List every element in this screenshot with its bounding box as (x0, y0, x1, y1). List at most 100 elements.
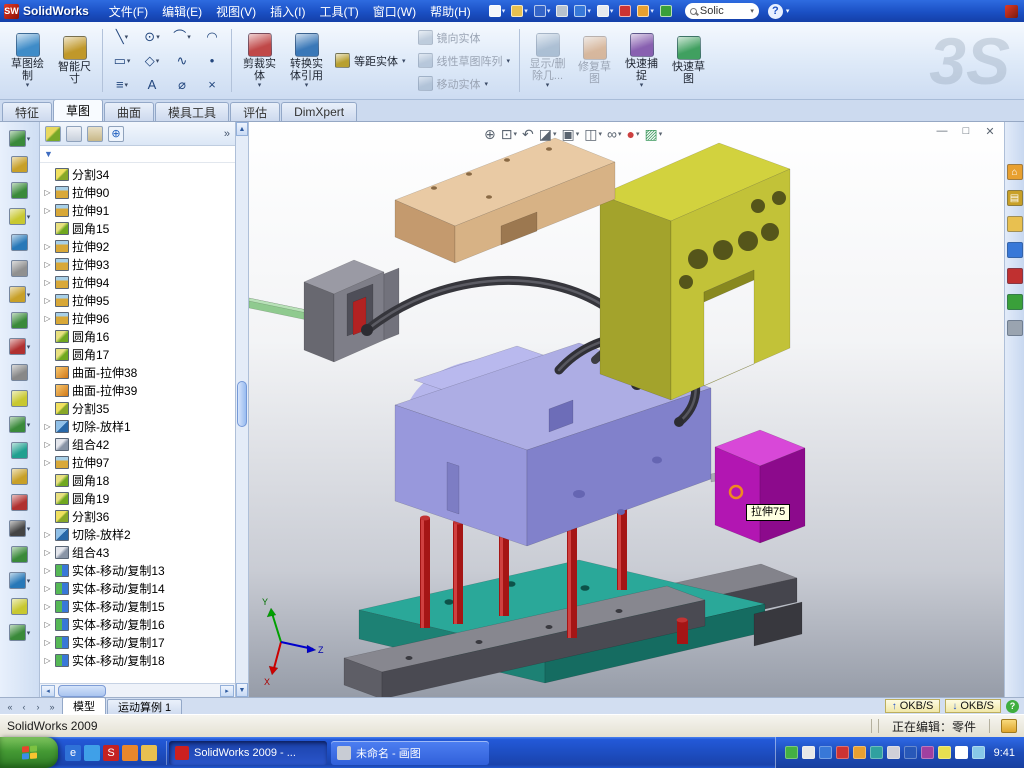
quick-snaps-button[interactable]: 快速捕捉▾ (618, 24, 665, 97)
menu-edit[interactable]: 编辑(E) (155, 1, 209, 22)
line-tool[interactable]: ╲▾ (107, 25, 137, 49)
left-tool-8[interactable] (11, 309, 28, 332)
hide-show-items-icon[interactable]: ∞▾ (607, 127, 622, 141)
display-delete-relations-button[interactable]: 显示/删除几...▾ (524, 24, 571, 97)
tree-item[interactable]: 曲面-拉伸38 (43, 363, 235, 381)
document-recovery-icon[interactable] (1007, 320, 1023, 336)
left-tool-17[interactable] (11, 543, 28, 566)
arc-tool[interactable]: ⌒▾ (167, 25, 197, 49)
tab-features[interactable]: 特征 (2, 102, 52, 121)
new-icon[interactable]: ▾ (487, 4, 508, 18)
zoom-fit-icon[interactable]: ⊕ (484, 127, 496, 141)
tray-icon-4[interactable] (836, 746, 849, 759)
left-tool-20[interactable]: ▾ (9, 621, 31, 644)
tree-item[interactable]: ▷切除-放样1 (43, 417, 235, 435)
part-top-plate[interactable] (395, 138, 615, 263)
scroll-left-icon[interactable]: ◂ (41, 685, 55, 697)
scroll-up-icon[interactable]: ▲ (236, 122, 248, 136)
tree-item[interactable]: 圆角16 (43, 327, 235, 345)
left-tool-9[interactable]: ▾ (9, 335, 31, 358)
taskbar-window-paint[interactable]: 未命名 - 画图 (331, 741, 489, 765)
menu-tools[interactable]: 工具(T) (312, 1, 365, 22)
tree-item[interactable]: ▷拉伸93 (43, 255, 235, 273)
status-icon[interactable] (1001, 719, 1017, 733)
tab-mold-tools[interactable]: 模具工具 (155, 102, 229, 121)
left-tool-10[interactable] (11, 361, 28, 384)
tray-icon-2[interactable] (802, 746, 815, 759)
tray-icon-3[interactable] (819, 746, 832, 759)
left-tool-7[interactable]: ▾ (9, 283, 31, 306)
search-box[interactable]: Solic ▾ (685, 3, 759, 19)
linear-sketch-pattern-button[interactable]: 线性草图阵列▾ (413, 49, 516, 72)
offset-entities-button[interactable]: 等距实体▾ (330, 49, 411, 72)
network-help-icon[interactable]: ? (1006, 700, 1019, 713)
tree-filter-row[interactable]: ▼ (40, 146, 235, 163)
tree-item[interactable]: 圆角15 (43, 219, 235, 237)
start-button[interactable] (0, 737, 58, 768)
convert-entities-button[interactable]: 转换实体引用▾ (283, 24, 330, 97)
tangent-arc-tool[interactable]: ◠ (197, 25, 227, 49)
section-view-icon[interactable]: ◪▾ (539, 127, 557, 141)
tab-surfaces[interactable]: 曲面 (104, 102, 154, 121)
zoom-area-icon[interactable]: ⊡▾ (501, 127, 517, 141)
tree-item[interactable]: ▷拉伸94 (43, 273, 235, 291)
tree-item[interactable]: ▷拉伸90 (43, 183, 235, 201)
tray-icon-7[interactable] (887, 746, 900, 759)
part-slider-block[interactable] (715, 430, 805, 543)
circle-tool[interactable]: ⊙▾ (137, 25, 167, 49)
tree-item[interactable]: 分割36 (43, 507, 235, 525)
tab-sketch[interactable]: 草图 (53, 99, 103, 121)
tree-item[interactable]: 圆角19 (43, 489, 235, 507)
doc-nav-1[interactable]: « (4, 702, 16, 712)
tab-model[interactable]: 模型 (62, 697, 106, 714)
apply-scene-icon[interactable]: ▨▾ (644, 127, 662, 141)
tree-item[interactable]: ▷实体-移动/复制17 (43, 633, 235, 651)
tree-item[interactable]: ▷实体-移动/复制16 (43, 615, 235, 633)
scroll-right-icon[interactable]: ▸ (220, 685, 234, 697)
tree-item[interactable]: ▷实体-移动/复制15 (43, 597, 235, 615)
left-tool-14[interactable] (11, 465, 28, 488)
menu-help[interactable]: 帮助(H) (423, 1, 478, 22)
tree-item[interactable]: 分割35 (43, 399, 235, 417)
part-guide-rod[interactable] (249, 298, 307, 320)
left-tool-3[interactable] (11, 179, 28, 202)
close-button[interactable]: ✕ (982, 124, 998, 138)
design-library-icon[interactable]: ▤ (1007, 190, 1023, 206)
left-tool-13[interactable] (11, 439, 28, 462)
tree-item[interactable]: ▷拉伸97 (43, 453, 235, 471)
doc-nav-2[interactable]: ‹ (18, 702, 30, 712)
viewport[interactable]: Y X Z ⊕⊡▾↶◪▾▣▾◫▾∞▾●▾▨▾ —□✕ 拉伸75 (249, 122, 1004, 697)
spline-tool[interactable]: ∿ (167, 49, 197, 73)
quicklaunch-player[interactable] (122, 745, 138, 761)
tree-item[interactable]: ▷组合42 (43, 435, 235, 453)
help-icon[interactable]: ? (768, 4, 783, 19)
configurationmanager-tab-icon[interactable] (87, 126, 103, 142)
tab-evaluate[interactable]: 评估 (230, 102, 280, 121)
print-icon[interactable] (554, 4, 570, 18)
tray-icon-12[interactable] (972, 746, 985, 759)
file-explorer-icon[interactable] (1007, 216, 1023, 232)
appearances-icon[interactable] (1007, 268, 1023, 284)
part-yoke-bracket[interactable] (600, 143, 790, 400)
tree-item[interactable]: ▷拉伸92 (43, 237, 235, 255)
save-icon[interactable]: ▾ (532, 4, 553, 18)
tray-icon-10[interactable] (938, 746, 951, 759)
left-tool-16[interactable]: ▾ (9, 517, 31, 540)
quicklaunch-folder[interactable] (141, 745, 157, 761)
previous-view-icon[interactable]: ↶ (522, 127, 534, 141)
tray-icon-1[interactable] (785, 746, 798, 759)
sketch-button[interactable]: 草图绘制▾ (4, 24, 51, 97)
tree-item[interactable]: 曲面-拉伸39 (43, 381, 235, 399)
tree-horizontal-scrollbar[interactable]: ◂ ▸ (40, 683, 235, 697)
tab-dimxpert[interactable]: DimXpert (281, 102, 357, 121)
quicklaunch-ie[interactable]: e (65, 745, 81, 761)
point-tool[interactable]: • (197, 49, 227, 73)
tree-item[interactable]: ▷实体-移动/复制14 (43, 579, 235, 597)
propertymanager-tab-icon[interactable] (66, 126, 82, 142)
options-icon[interactable]: ▾ (635, 4, 656, 18)
minimize-button[interactable]: — (934, 124, 950, 138)
taskbar-window-solidworks[interactable]: SolidWorks 2009 - ... (169, 741, 327, 765)
menu-view[interactable]: 视图(V) (209, 1, 263, 22)
select-icon[interactable]: ▾ (595, 4, 616, 18)
tree-item[interactable]: 圆角17 (43, 345, 235, 363)
